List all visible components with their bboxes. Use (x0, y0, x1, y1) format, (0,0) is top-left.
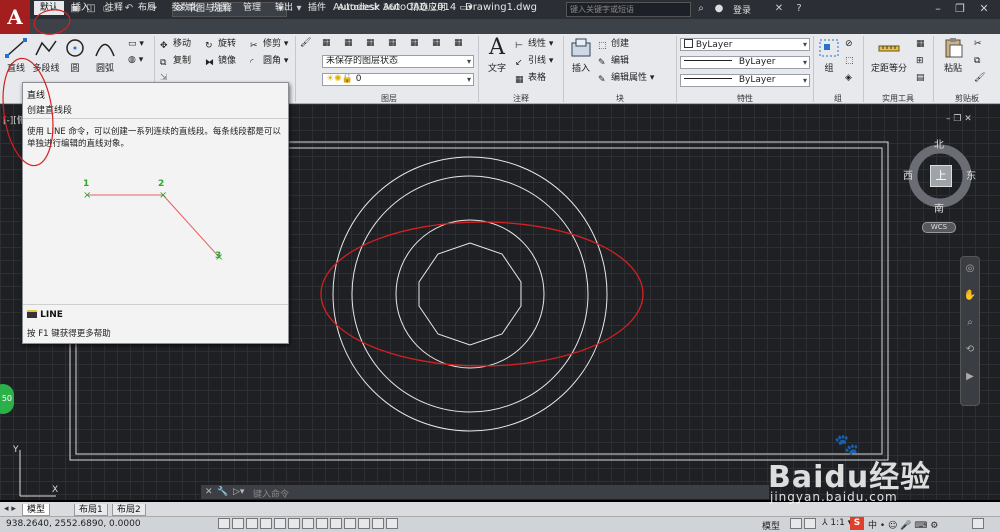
tab-layout1[interactable]: 布局1 (74, 504, 108, 516)
tab-model[interactable]: 模型 (22, 504, 51, 516)
object-snap-tracking-icon[interactable] (316, 518, 328, 529)
grid-display-icon[interactable] (246, 518, 258, 529)
autocad-window: A ▭ ▤ ▣ ◫ ⎙ ↶ ↷ ⚙ 草图与注释 ▾ ▾ Autodesk Aut… (0, 0, 1000, 532)
command-input[interactable]: 键入命令 (253, 487, 289, 500)
dynamic-input-icon[interactable] (344, 518, 356, 529)
tab-layout2[interactable]: 布局2 (112, 504, 146, 516)
quick-view-layouts-icon[interactable] (790, 518, 802, 529)
close-cmd-icon[interactable]: ✕ (205, 487, 213, 497)
command-line[interactable]: ✕ 🔧 ▷▾ 键入命令 (200, 484, 770, 500)
ime-status-icons[interactable]: 中 • ☺ 🎤 ⌨ ⚙ (868, 518, 938, 531)
annotation-scale-icon[interactable]: ⅄ 1:1 ▾ (822, 518, 852, 528)
ortho-mode-icon[interactable] (260, 518, 272, 529)
ime-logo-icon[interactable]: S (850, 517, 864, 530)
coordinate-readout[interactable]: 938.2640, 2552.6890, 0.0000 (6, 519, 141, 529)
polar-tracking-icon[interactable] (274, 518, 286, 529)
object-snap-icon[interactable] (288, 518, 300, 529)
paw-icon: 🐾 (834, 432, 860, 456)
3d-osnap-icon[interactable] (302, 518, 314, 529)
watermark-url: jingyan.baidu.com (770, 490, 898, 504)
clean-screen-icon[interactable] (972, 518, 984, 529)
quick-properties-icon[interactable] (386, 518, 398, 529)
prompt-icon: ▷▾ (233, 487, 245, 497)
transparency-icon[interactable] (372, 518, 384, 529)
quick-view-drawings-icon[interactable] (804, 518, 816, 529)
infer-constraints-icon[interactable] (218, 518, 230, 529)
lineweight-icon[interactable] (358, 518, 370, 529)
wrench-icon[interactable]: 🔧 (217, 487, 228, 497)
model-space-label[interactable]: 模型 (762, 519, 780, 532)
dynamic-ucs-icon[interactable] (330, 518, 342, 529)
snap-mode-icon[interactable] (232, 518, 244, 529)
layout-tab-bar (0, 502, 1000, 516)
tab-nav-arrows[interactable]: ◂ ▸ (4, 504, 16, 514)
